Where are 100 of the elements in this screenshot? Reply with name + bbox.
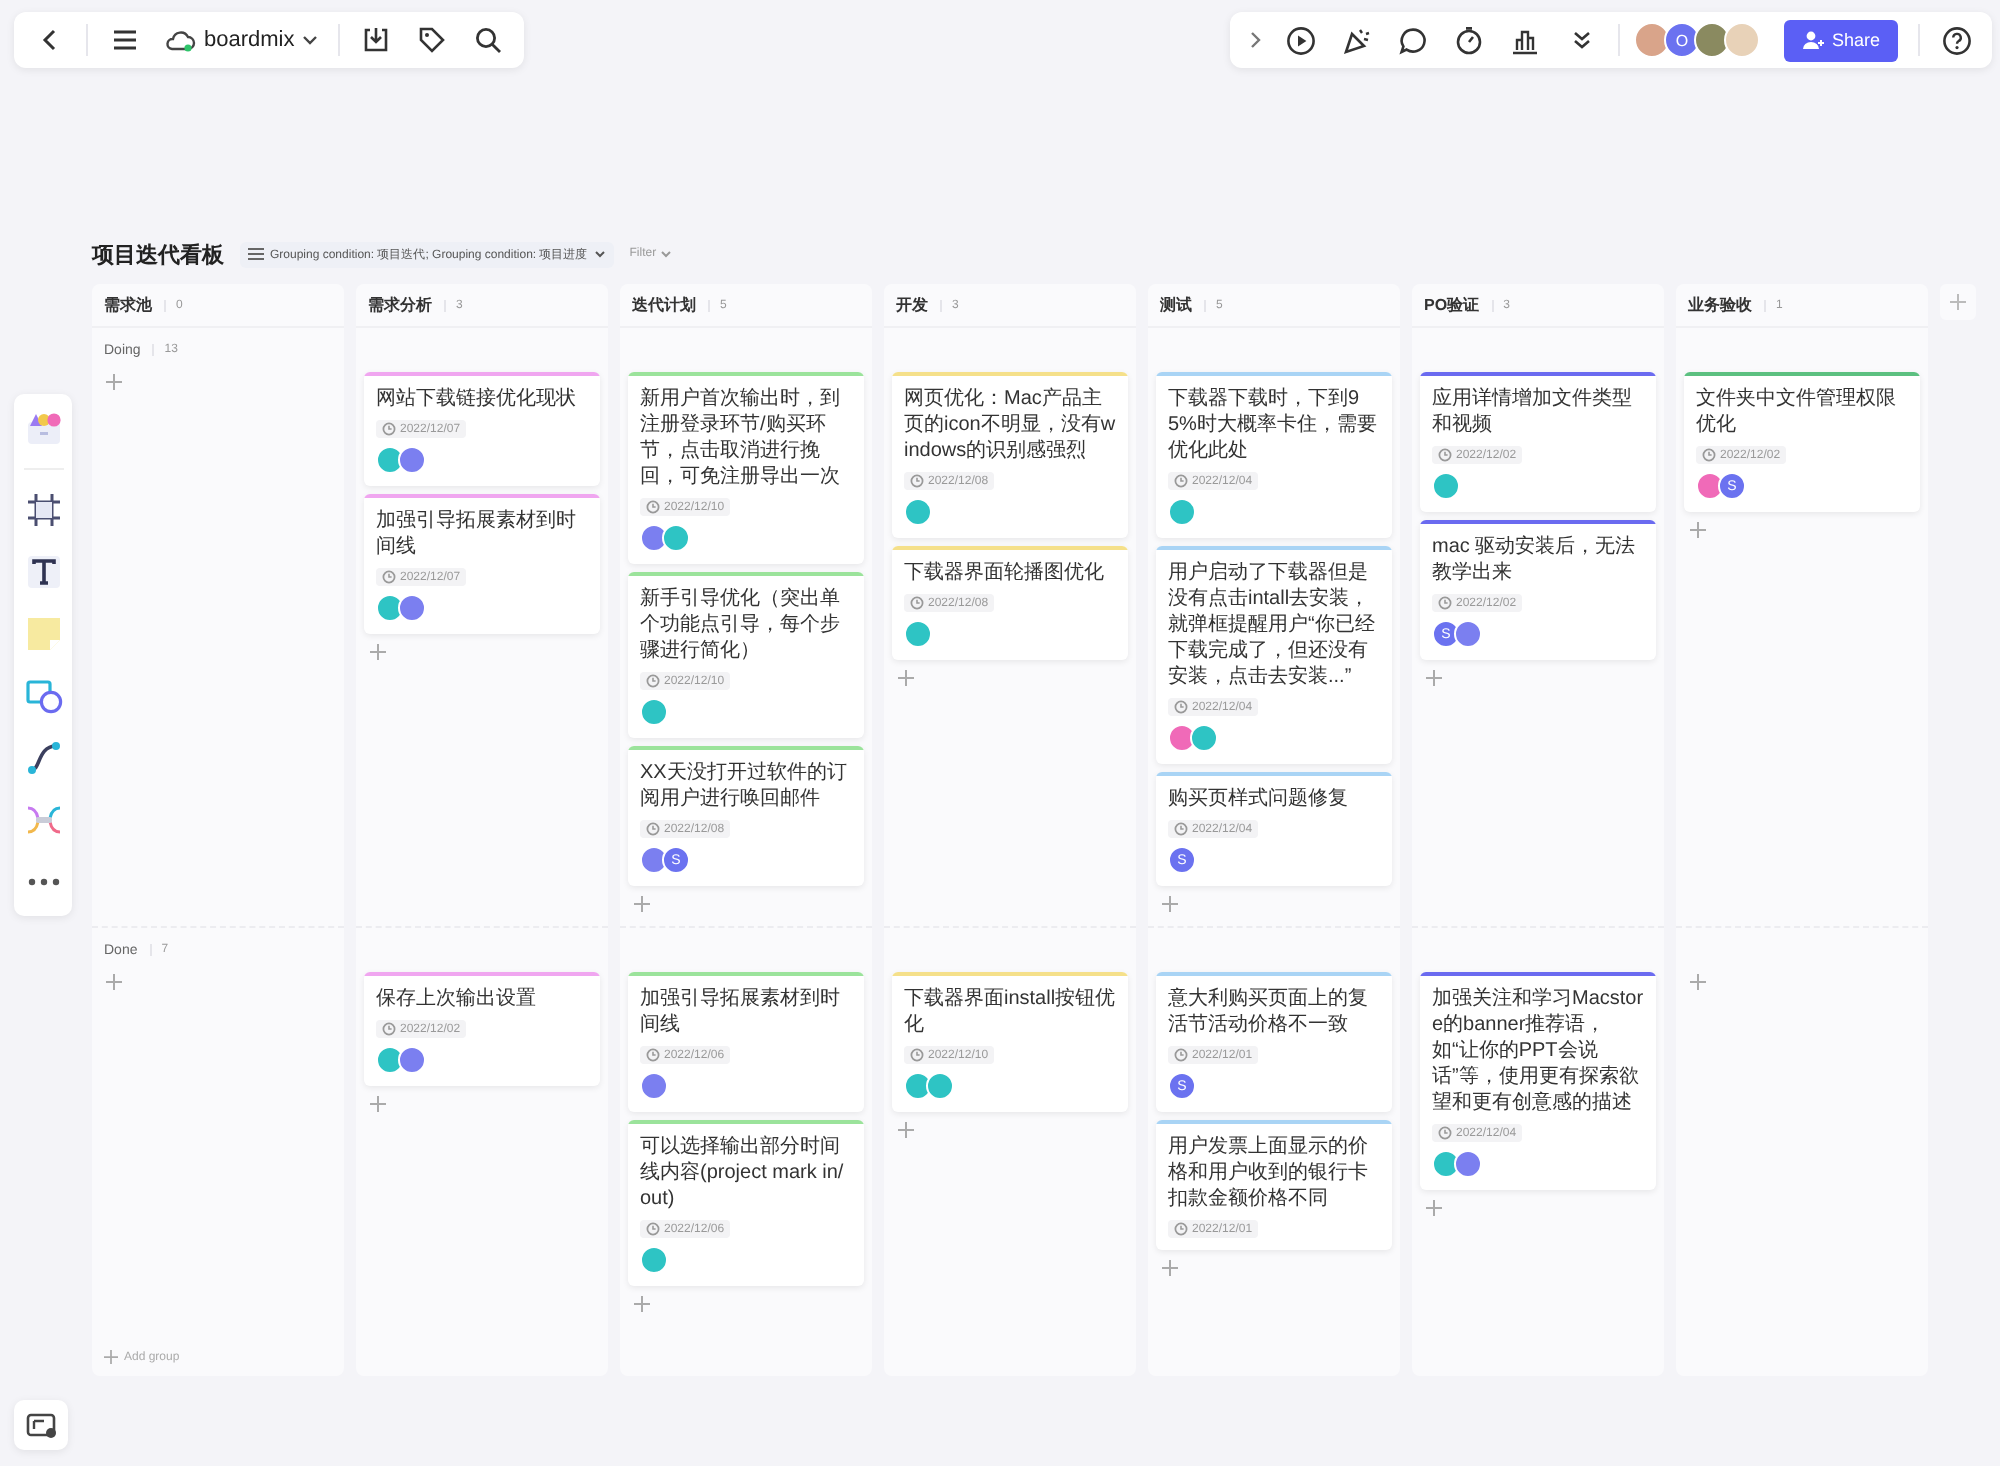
clock-icon xyxy=(1174,1048,1188,1062)
clock-icon xyxy=(910,474,924,488)
add-card-button[interactable] xyxy=(1688,520,1708,540)
plus-icon xyxy=(898,670,914,686)
caret-icon xyxy=(593,248,606,260)
tag-icon xyxy=(418,26,447,54)
minimap-button[interactable] xyxy=(14,1400,68,1450)
card-title: 新手引导优化（突出单个功能点引导，每个步骤进行简化） xyxy=(640,586,842,664)
card-title: 保存上次输出设置 xyxy=(376,986,538,1012)
column-title: 测试 xyxy=(1160,294,1192,316)
card-title: 购买页样式问题修复 xyxy=(1168,786,1350,812)
add-card-button[interactable] xyxy=(368,1094,388,1114)
add-card-button[interactable] xyxy=(104,972,124,992)
card-title: 意大利购买页面上的复活节活动价格不一致 xyxy=(1168,986,1370,1038)
clock-icon xyxy=(382,1022,396,1036)
add-card-button[interactable] xyxy=(1688,972,1708,992)
cloud-icon xyxy=(164,28,196,52)
card-title: 用户发票上面显示的价格和用户收到的银行卡扣款金额价格不同 xyxy=(1168,1134,1370,1212)
clock-icon xyxy=(1174,822,1188,836)
card-title: 下载器界面install按钮优化 xyxy=(904,986,1116,1038)
card-title: 加强关注和学习Macstore的banner推荐语，如“让你的PPT会说话”等，使用更有探索欲望和更有创意感的描述 xyxy=(1432,986,1644,1116)
board-title: 项目迭代看板 xyxy=(92,241,224,269)
add-card-button[interactable] xyxy=(632,1294,652,1314)
add-card-button[interactable] xyxy=(1424,1198,1444,1218)
card-title: 用户启动了下载器但是没有点击intall去安装，就弹框提醒用户“你已经下载完成了，但还没有安装，点击去安装...” xyxy=(1168,560,1377,690)
download-icon xyxy=(362,26,391,54)
plus-icon xyxy=(1950,294,1966,310)
play-icon xyxy=(1286,25,1317,55)
clock-icon xyxy=(1438,1126,1452,1140)
file-menu-button[interactable]: boardmix xyxy=(156,16,327,64)
clock-icon xyxy=(646,500,660,514)
column-title: PO验证 xyxy=(1424,294,1480,316)
card-title: 可以选择输出部分时间线内容(project mark in/out) xyxy=(640,1134,846,1212)
caret-icon xyxy=(302,32,319,48)
card-title: XX天没打开过软件的订阅用户进行唤回邮件 xyxy=(640,760,849,812)
clock-icon xyxy=(910,596,924,610)
plus-icon xyxy=(1690,522,1706,538)
chevron-right-icon xyxy=(1247,30,1264,50)
avatar[interactable] xyxy=(1693,22,1730,58)
card-title: 下载器界面轮播图优化 xyxy=(904,560,1106,586)
clock-icon xyxy=(910,1048,924,1062)
comment-icon xyxy=(1398,25,1429,55)
add-card-button[interactable] xyxy=(896,668,916,688)
add-card-button[interactable] xyxy=(1160,894,1180,914)
card-title: mac 驱动安装后，无法教学出来 xyxy=(1432,534,1638,586)
double-chevron-down-icon xyxy=(1569,28,1594,52)
list-icon xyxy=(248,246,264,262)
card-title: 网站下载链接优化现状 xyxy=(376,386,578,412)
clock-icon xyxy=(382,422,396,436)
text-tool-icon xyxy=(23,552,63,592)
shapes-icon xyxy=(23,676,63,716)
plus-icon xyxy=(370,644,386,660)
help-icon xyxy=(1941,25,1971,55)
card-title: 文件夹中文件管理权限优化 xyxy=(1696,386,1898,438)
plus-icon xyxy=(370,1096,386,1112)
clock-icon xyxy=(1174,1222,1188,1236)
caret-icon xyxy=(660,248,673,260)
plus-icon xyxy=(1162,896,1178,912)
avatar[interactable] xyxy=(1723,22,1760,58)
plus-icon xyxy=(634,896,650,912)
plus-icon xyxy=(1690,974,1706,990)
clock-icon xyxy=(646,1222,660,1236)
add-card-button[interactable] xyxy=(104,372,124,392)
template-icon xyxy=(23,408,63,448)
add-card-button[interactable] xyxy=(368,642,388,662)
clock-icon xyxy=(646,674,660,688)
plus-icon xyxy=(106,374,122,390)
search-icon xyxy=(474,26,503,54)
card-title: 网页优化：Mac产品主页的icon不明显，没有windows的识别感强烈 xyxy=(904,386,1116,464)
connector-icon xyxy=(23,738,63,778)
minimap-icon xyxy=(25,1411,57,1439)
column-title: 业务验收 xyxy=(1688,294,1752,316)
plus-icon xyxy=(1162,1260,1178,1276)
avatar[interactable] xyxy=(1633,22,1670,58)
add-card-button[interactable] xyxy=(1424,668,1444,688)
card-title: 下载器下载时，下到95%时大概率卡住，需要优化此处 xyxy=(1168,386,1379,464)
timer-icon xyxy=(1454,25,1485,55)
party-popper-icon xyxy=(1342,25,1373,55)
more-icon xyxy=(27,878,59,886)
column-title: 需求池 xyxy=(104,294,152,316)
clock-icon xyxy=(1174,474,1188,488)
add-card-button[interactable] xyxy=(632,894,652,914)
clock-icon xyxy=(382,570,396,584)
menu-icon xyxy=(111,28,137,52)
clock-icon xyxy=(646,822,660,836)
avatar[interactable]: O xyxy=(1663,22,1700,58)
card-title: 加强引导拓展素材到时间线 xyxy=(376,508,578,560)
frame-icon xyxy=(23,490,63,530)
add-card-button[interactable] xyxy=(896,1120,916,1140)
plus-icon xyxy=(634,1296,650,1312)
plus-icon xyxy=(104,1350,118,1364)
share-button[interactable]: Share xyxy=(1783,19,1898,61)
card-title: 新用户首次输出时，到注册登录环节/购买环节，点击取消进行挽回，可免注册导出一次 xyxy=(640,386,842,490)
add-card-button[interactable] xyxy=(1160,1258,1180,1278)
plus-icon xyxy=(1426,1200,1442,1216)
clock-icon xyxy=(1702,448,1716,462)
column-title: 需求分析 xyxy=(368,294,432,316)
column-title: 迭代计划 xyxy=(632,294,696,316)
plus-icon xyxy=(106,974,122,990)
sticky-note-icon xyxy=(23,614,63,654)
